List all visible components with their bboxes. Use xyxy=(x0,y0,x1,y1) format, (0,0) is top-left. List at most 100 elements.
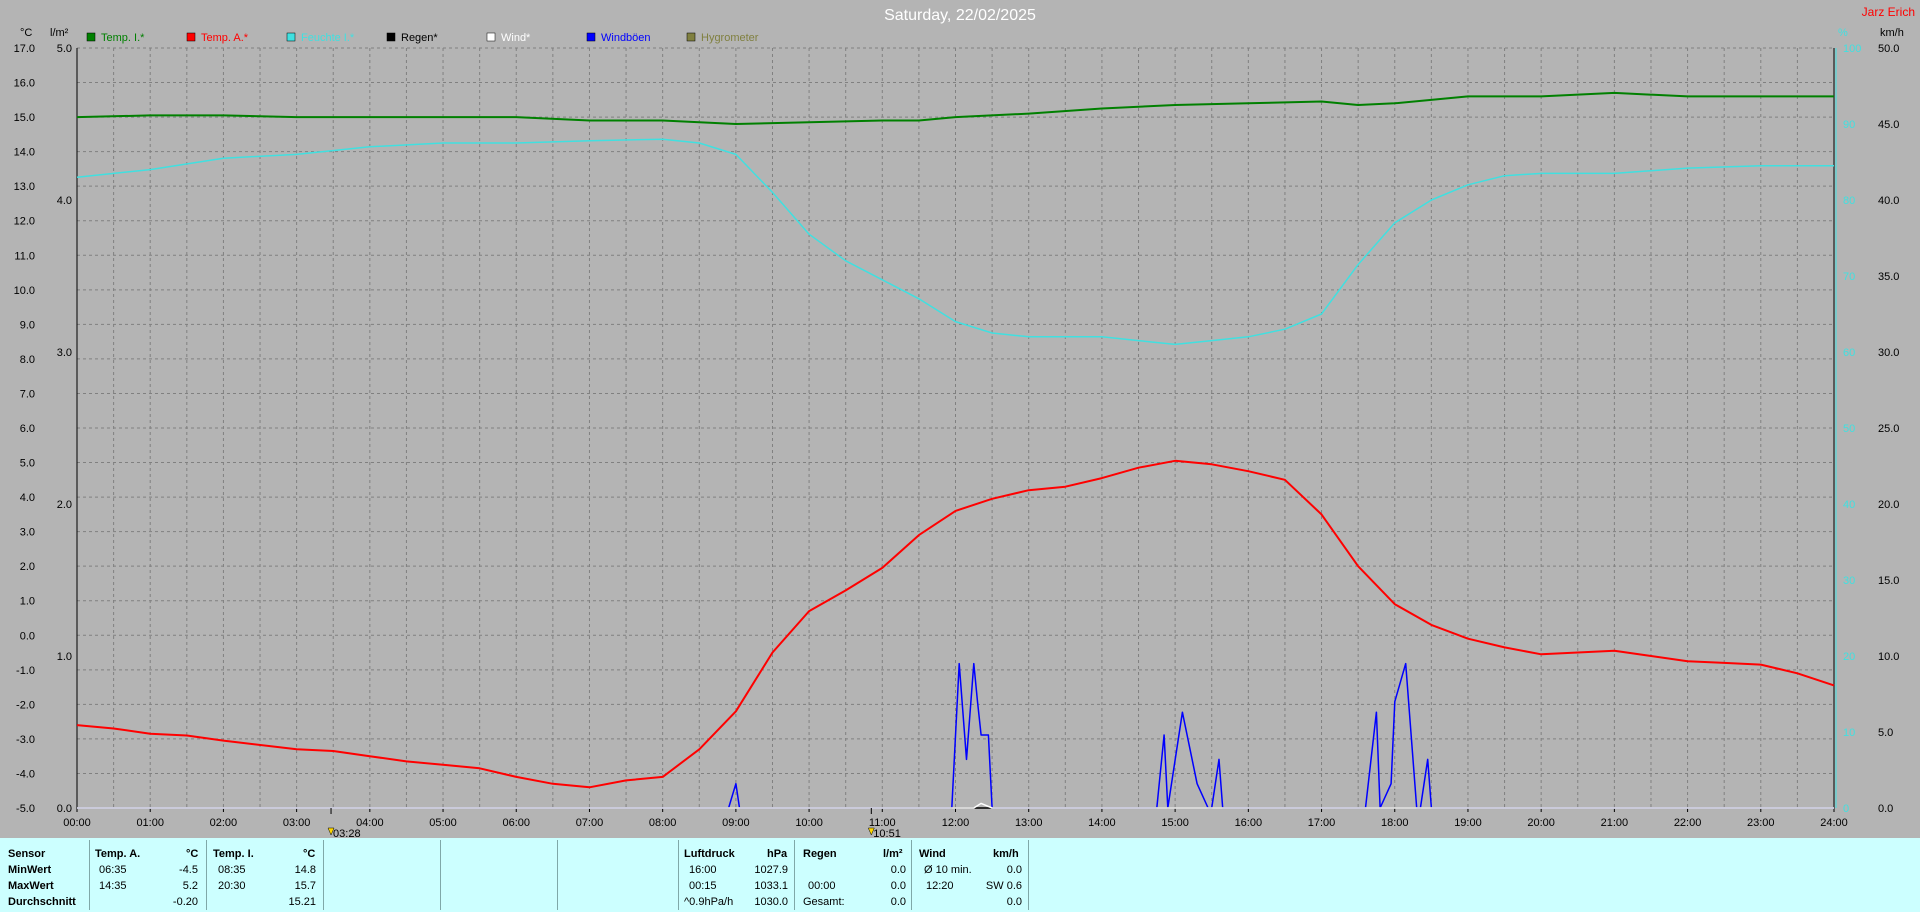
pressure-trend: ^0.9hPa/h xyxy=(684,896,734,908)
y-right-tick: 15.0 xyxy=(1878,575,1899,587)
rain-value-2: 0.0 xyxy=(890,880,906,892)
y-left-tick: 17.0 xyxy=(14,43,35,55)
y-right-inner-tick: 50 xyxy=(1843,423,1855,435)
legend-label: Hygrometer xyxy=(701,32,759,44)
rain-value-1: 0.0 xyxy=(890,864,906,876)
temp-i-unit: °C xyxy=(303,848,316,860)
y-right-tick: 35.0 xyxy=(1878,271,1899,283)
x-tick-label: 17:00 xyxy=(1308,817,1336,829)
y-right-tick: 10.0 xyxy=(1878,651,1899,663)
y-left-tick: -2.0 xyxy=(16,699,35,711)
y-rain-tick: 5.0 xyxy=(57,43,72,55)
legend-label: Temp. A.* xyxy=(201,32,249,44)
x-tick-label: 23:00 xyxy=(1747,817,1775,829)
y-left-tick: 8.0 xyxy=(20,354,35,366)
row-label-min: MinWert xyxy=(8,864,52,876)
y-right-tick: 50.0 xyxy=(1878,43,1899,55)
wind-unit: km/h xyxy=(993,848,1019,860)
y-right-tick: 20.0 xyxy=(1878,499,1899,511)
temp-a-max: 5.2 xyxy=(182,880,198,892)
author-label: Jarz Erich xyxy=(1862,5,1915,19)
x-tick-label: 22:00 xyxy=(1674,817,1702,829)
y-left-tick: 6.0 xyxy=(20,423,35,435)
x-tick-label: 21:00 xyxy=(1601,817,1629,829)
y-left-tick: -4.0 xyxy=(16,768,35,780)
temp-i-avg: 15.21 xyxy=(288,896,316,908)
divider xyxy=(206,840,207,910)
y-right-tick: 25.0 xyxy=(1878,423,1899,435)
legend-swatch xyxy=(286,32,296,42)
rain-time-2: 00:00 xyxy=(808,880,836,892)
x-tick-label: 16:00 xyxy=(1235,817,1263,829)
wind-value-3: 0.0 xyxy=(1006,896,1022,908)
y-left-tick: 3.0 xyxy=(20,527,35,539)
pressure-max-time: 00:15 xyxy=(689,880,717,892)
x-tick-label: 02:00 xyxy=(210,817,238,829)
y-left-tick: 9.0 xyxy=(20,319,35,331)
event-label: 10:51 xyxy=(873,828,901,838)
temp-i-min: 14.8 xyxy=(294,864,316,876)
legend-label: Windböen xyxy=(601,32,651,44)
rain-header: Regen xyxy=(803,848,837,860)
pressure-header: Luftdruck xyxy=(684,848,735,860)
legend-swatch xyxy=(386,32,396,42)
rain-axis-unit: l/m² xyxy=(50,27,69,39)
y-left-tick: 16.0 xyxy=(14,78,35,90)
y-right-inner-tick: 80 xyxy=(1843,195,1855,207)
y-left-tick: 7.0 xyxy=(20,388,35,400)
x-tick-label: 24:00 xyxy=(1820,817,1848,829)
x-tick-label: 14:00 xyxy=(1088,817,1116,829)
y-right-inner-tick: 90 xyxy=(1843,119,1855,131)
y-left-tick: 5.0 xyxy=(20,458,35,470)
y-left-tick: 2.0 xyxy=(20,561,35,573)
divider xyxy=(89,840,90,910)
temp-a-unit: °C xyxy=(186,848,199,860)
divider xyxy=(557,840,558,910)
y-right-inner-tick: 10 xyxy=(1843,727,1855,739)
event-label: 03:28 xyxy=(333,828,361,838)
y-right-tick: 0.0 xyxy=(1878,803,1893,815)
y-left-tick: -1.0 xyxy=(16,665,35,677)
temp-a-min-time: 06:35 xyxy=(99,864,127,876)
y-rain-tick: 4.0 xyxy=(57,195,72,207)
y-right-inner-tick: 70 xyxy=(1843,271,1855,283)
x-tick-label: 07:00 xyxy=(576,817,604,829)
divider xyxy=(794,840,795,910)
legend-swatch xyxy=(486,32,496,42)
divider xyxy=(678,840,679,910)
temp-a-min: -4.5 xyxy=(179,864,198,876)
y-left-tick: 14.0 xyxy=(14,147,35,159)
pressure-min: 1027.9 xyxy=(754,864,788,876)
y-right-inner-tick: 20 xyxy=(1843,651,1855,663)
temp-a-header: Temp. A. xyxy=(95,848,141,860)
row-label-sensor: Sensor xyxy=(8,848,46,860)
y-rain-tick: 0.0 xyxy=(57,803,72,815)
x-tick-label: 03:00 xyxy=(283,817,311,829)
pressure-max: 1033.1 xyxy=(754,880,788,892)
wind-label-1: Ø 10 min. xyxy=(924,864,972,876)
x-tick-label: 09:00 xyxy=(722,817,750,829)
divider xyxy=(323,840,324,910)
pressure-min-time: 16:00 xyxy=(689,864,717,876)
wind-value-2: SW 0.6 xyxy=(985,880,1022,892)
wind-time-2: 12:20 xyxy=(926,880,954,892)
y-right-tick: 5.0 xyxy=(1878,727,1893,739)
y-left-tick: 1.0 xyxy=(20,596,35,608)
y-left-tick: 10.0 xyxy=(14,285,35,297)
legend-label: Wind* xyxy=(501,32,531,44)
y-right-tick: 45.0 xyxy=(1878,119,1899,131)
y-right-inner-tick: 100 xyxy=(1843,43,1861,55)
y-left-tick: -3.0 xyxy=(16,734,35,746)
y-left-tick: 0.0 xyxy=(20,630,35,642)
row-label-avg: Durchschnitt xyxy=(8,896,76,908)
x-tick-label: 20:00 xyxy=(1527,817,1555,829)
right-top-unit: % xyxy=(1838,27,1848,39)
x-tick-label: 05:00 xyxy=(429,817,457,829)
y-left-tick: 4.0 xyxy=(20,492,35,504)
right-axis-unit: km/h xyxy=(1880,27,1904,39)
y-rain-tick: 2.0 xyxy=(57,499,72,511)
x-tick-label: 15:00 xyxy=(1161,817,1189,829)
y-left-tick: 11.0 xyxy=(14,250,35,262)
pressure-unit: hPa xyxy=(767,848,788,860)
legend-swatch xyxy=(586,32,596,42)
